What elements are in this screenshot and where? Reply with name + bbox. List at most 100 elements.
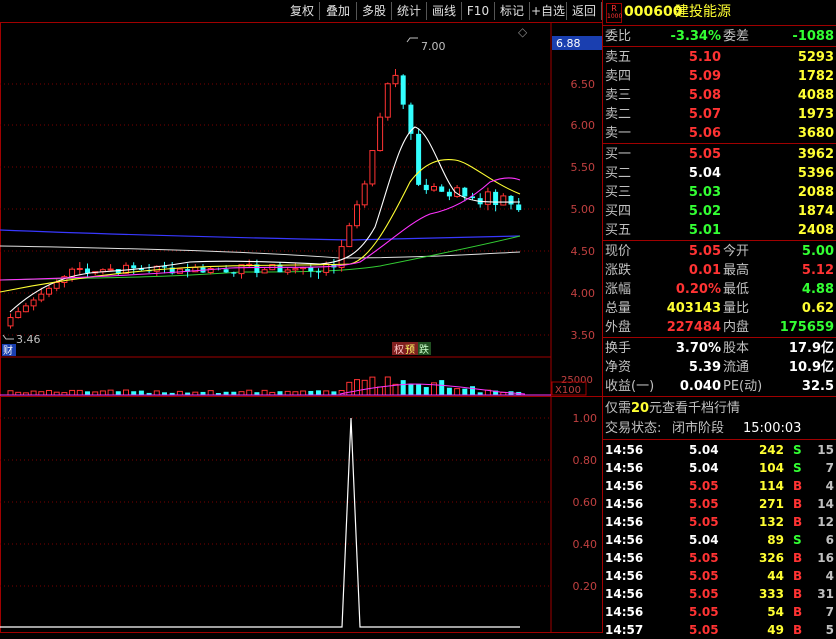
order-price: 5.03 <box>688 185 721 200</box>
commission-diff: -1088 <box>792 29 834 44</box>
quote-row: 现价 5.05 今开 5.00 <box>605 244 834 259</box>
statistics-button[interactable]: 统计 <box>392 2 427 20</box>
quote-value: 227484 <box>666 320 721 335</box>
quote-value: 0.20% <box>675 282 721 297</box>
tick-row: 14:56 5.05 114 B 4 <box>603 477 836 495</box>
tick-time: 14:56 <box>605 443 644 457</box>
tick-time: 14:56 <box>605 569 644 583</box>
event-badge-yu[interactable]: 预 <box>405 344 415 356</box>
tick-side: B <box>793 515 803 529</box>
tick-time: 14:56 <box>605 605 644 619</box>
quote-row: 涨幅 0.20% 最低 4.88 <box>605 282 834 297</box>
back-button[interactable]: 返回 <box>567 2 602 20</box>
order-price: 5.04 <box>688 166 721 181</box>
quote-row: 涨跌 0.01 最高 5.12 <box>605 263 834 278</box>
tick-side: B <box>793 569 803 583</box>
price-axis-label: 5.50 <box>571 161 596 174</box>
buy-order-row: 买一 5.05 3962 <box>603 145 836 164</box>
caifu-badge[interactable]: 财 <box>3 344 13 357</box>
tick-count: 12 <box>817 515 834 529</box>
indicator-chart[interactable]: 1.00 0.80 0.60 0.40 0.20 <box>0 396 603 633</box>
low-price-label: 3.46 <box>16 333 41 346</box>
tick-volume: 132 <box>758 515 784 529</box>
tick-side: B <box>793 623 803 637</box>
tick-count: 7 <box>825 605 834 619</box>
tick-volume: 114 <box>758 479 784 493</box>
tick-count: 7 <box>825 461 834 475</box>
indicator-axis-label: 0.20 <box>573 580 598 593</box>
tick-side: B <box>793 497 803 511</box>
multi-stock-button[interactable]: 多股 <box>357 2 392 20</box>
tick-volume: 333 <box>758 587 784 601</box>
order-volume: 5396 <box>797 166 834 181</box>
price-axis-label: 4.50 <box>571 245 596 258</box>
candlestick-series <box>7 68 522 329</box>
order-label: 卖四 <box>605 69 632 84</box>
tick-count: 4 <box>825 479 834 493</box>
quote-value: 175659 <box>779 320 834 335</box>
overlay-button[interactable]: 叠加 <box>320 2 357 20</box>
current-price-tag-text: 6.88 <box>556 37 581 50</box>
volume-unit-label: X100 <box>555 385 581 396</box>
quote-value: 0.62 <box>801 301 834 316</box>
quote-value: 403143 <box>666 301 721 316</box>
indicator-axis-label: 0.40 <box>573 538 598 551</box>
tick-price: 5.04 <box>689 533 719 547</box>
order-volume: 3962 <box>797 147 834 162</box>
fuquan-button[interactable]: 复权 <box>285 2 320 20</box>
tick-price: 5.05 <box>689 623 719 637</box>
event-badge-die[interactable]: 跌 <box>419 343 429 356</box>
quote-value: 0.01 <box>688 263 721 278</box>
kline-chart[interactable]: 6.50 6.00 5.50 5.00 4.50 4.00 3.50 6.88 … <box>0 22 603 397</box>
stats-row: 净资 5.39 流通 10.9亿 <box>605 360 834 375</box>
diamond-icon[interactable]: ◇ <box>518 25 528 39</box>
tick-count: 15 <box>817 443 834 457</box>
draw-line-button[interactable]: 画线 <box>427 2 462 20</box>
order-volume: 2408 <box>797 223 834 238</box>
order-price: 5.08 <box>688 88 721 103</box>
tick-row: 14:56 5.04 242 S 15 <box>603 441 836 459</box>
tick-volume: 54 <box>767 605 784 619</box>
f10-button[interactable]: F10 <box>462 2 495 20</box>
event-badge-quan[interactable]: 权 <box>394 343 404 356</box>
promo-row[interactable]: 仅需 20 元查看千档行情 <box>603 399 836 418</box>
quote-row: 外盘 227484 内盘 175659 <box>605 320 834 335</box>
tick-price: 5.04 <box>689 443 719 457</box>
quote-panel: R 1000 000600 建投能源 委比 -3.34% 委差 -1088 仅需… <box>602 0 836 637</box>
tick-time: 14:57 <box>605 623 644 637</box>
tick-time: 14:56 <box>605 551 644 565</box>
order-label: 买一 <box>605 147 632 162</box>
tick-side: B <box>793 605 803 619</box>
stats-value: 0.040 <box>679 379 721 394</box>
stats-value: 17.9亿 <box>788 341 834 356</box>
sell-order-row: 卖三 5.08 4088 <box>603 86 836 105</box>
sell-order-row: 卖一 5.06 3680 <box>603 124 836 143</box>
tick-volume: 44 <box>767 569 784 583</box>
price-axis-label: 3.50 <box>571 329 596 342</box>
commission-row: 委比 -3.34% 委差 -1088 <box>605 29 834 44</box>
buy-order-row: 买三 5.03 2088 <box>603 183 836 202</box>
tick-row: 14:56 5.04 89 S 6 <box>603 531 836 549</box>
price-axis-label: 4.00 <box>571 287 596 300</box>
tick-side: B <box>793 551 803 565</box>
add-watchlist-button[interactable]: +自选 <box>530 2 567 20</box>
tick-price: 5.05 <box>689 515 719 529</box>
tick-count: 16 <box>817 551 834 565</box>
tick-side: S <box>793 461 802 475</box>
tick-time: 14:56 <box>605 461 644 475</box>
order-volume: 1973 <box>797 107 834 122</box>
sell-order-row: 卖二 5.07 1973 <box>603 105 836 124</box>
mark-button[interactable]: 标记 <box>495 2 530 20</box>
commission-ratio: -3.34% <box>670 29 722 44</box>
order-label: 买五 <box>605 223 632 238</box>
price-axis-label: 6.00 <box>571 119 596 132</box>
order-price: 5.05 <box>688 147 721 162</box>
tick-side: S <box>793 443 802 457</box>
price-axis-label: 6.50 <box>571 78 596 91</box>
tick-volume: 271 <box>758 497 784 511</box>
tick-row: 14:56 5.05 44 B 4 <box>603 567 836 585</box>
stats-value: 10.9亿 <box>788 360 834 375</box>
order-price: 5.10 <box>688 50 721 65</box>
tick-volume: 49 <box>767 623 784 637</box>
chart-toolbar: 复权 叠加 多股 统计 画线 F10 标记 +自选 返回 <box>0 0 602 22</box>
